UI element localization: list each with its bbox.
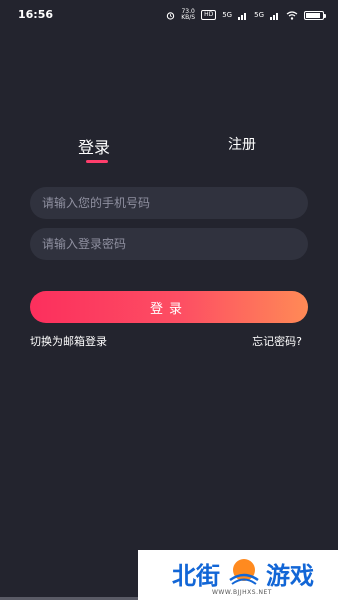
switch-to-email-login-link[interactable]: 切换为邮箱登录 [30, 333, 107, 349]
network-speed: 73.0 KB/S [181, 9, 195, 21]
alarm-icon [166, 11, 175, 20]
password-input[interactable] [30, 228, 308, 260]
status-icons: 73.0 KB/S HD 5G 5G [166, 8, 326, 22]
signal-bars-icon [238, 12, 247, 20]
network-speed-unit: KB/S [181, 14, 196, 21]
signal-label-1: 5G [222, 11, 233, 19]
signal-label-2: 5G [254, 11, 264, 19]
tab-login[interactable]: 登录 [78, 134, 110, 158]
hd-badge: HD [201, 10, 217, 20]
wifi-icon [286, 10, 298, 20]
status-bar: 16:56 73.0 KB/S HD 5G 5G [0, 0, 338, 30]
watermark-logo-icon [229, 559, 259, 585]
phone-input[interactable] [30, 187, 308, 219]
signal-bars-icon-2 [270, 12, 278, 20]
watermark-url: WWW.BJJHXS.NET [212, 589, 272, 596]
active-tab-indicator [86, 160, 108, 163]
battery-fill [306, 12, 320, 18]
battery-icon [304, 10, 326, 20]
watermark-text-left: 北街 [172, 562, 220, 590]
status-time: 16:56 [18, 8, 54, 21]
watermark: 北街 游戏 WWW.BJJHXS.NET [138, 550, 338, 600]
forgot-password-link[interactable]: 忘记密码? [252, 333, 302, 349]
auth-tabs: 登录 注册 [0, 134, 338, 168]
tab-register[interactable]: 注册 [228, 134, 256, 154]
watermark-text-right: 游戏 [266, 562, 314, 590]
login-button[interactable]: 登录 [30, 291, 308, 323]
